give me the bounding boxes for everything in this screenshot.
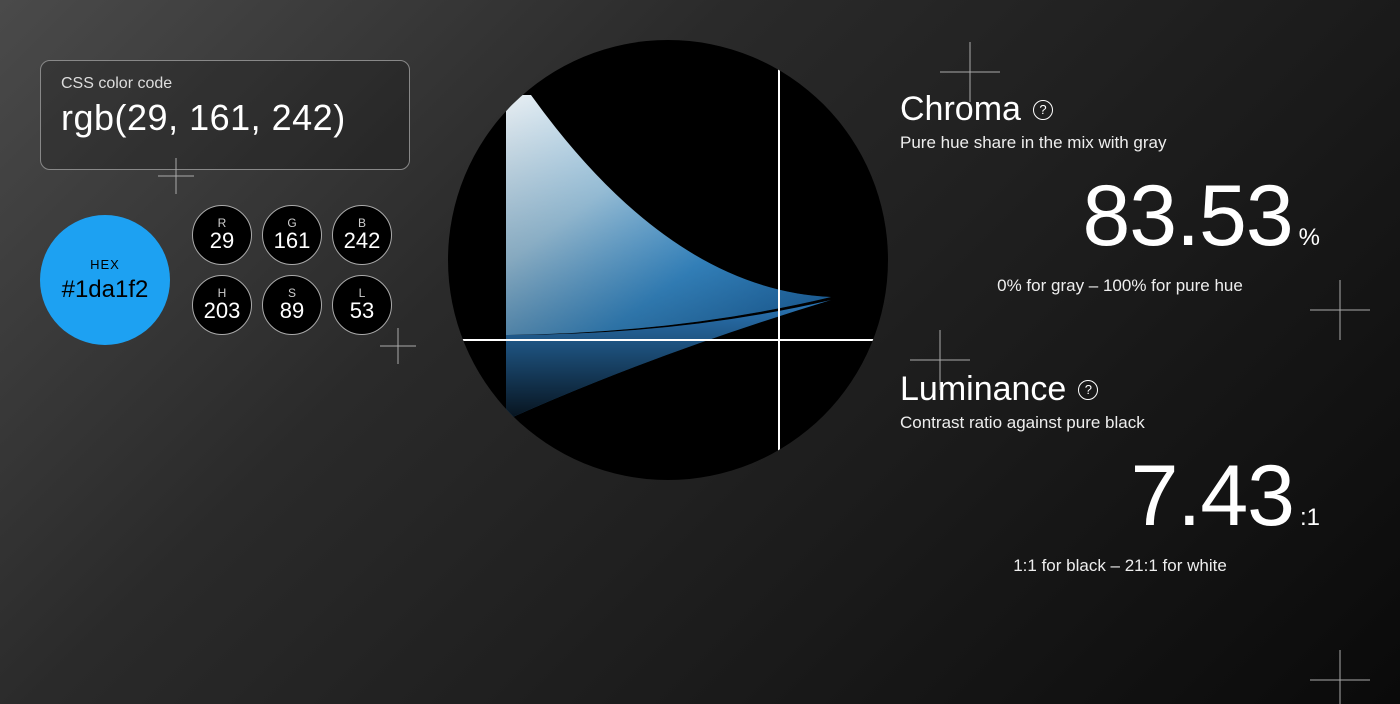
chip-h: H203: [192, 275, 252, 335]
luminance-panel: Luminance ? Contrast ratio against pure …: [900, 370, 1340, 576]
chip-l: L53: [332, 275, 392, 335]
chroma-caption: 0% for gray – 100% for pure hue: [900, 276, 1340, 296]
css-code-box[interactable]: CSS color code rgb(29, 161, 242): [40, 60, 410, 170]
chip-g: G161: [262, 205, 322, 265]
chip-b: B242: [332, 205, 392, 265]
chroma-subtitle: Pure hue share in the mix with gray: [900, 133, 1340, 153]
crosshair-icon: [1310, 650, 1370, 704]
chip-r: R29: [192, 205, 252, 265]
hex-label: HEX: [90, 257, 120, 272]
chroma-value: 83.53%: [900, 167, 1320, 266]
luminance-title: Luminance ?: [900, 370, 1340, 409]
crosshair-horizontal-line: [448, 339, 888, 341]
css-code-label: CSS color code: [61, 75, 389, 93]
luminance-value: 7.43:1: [900, 447, 1320, 546]
chroma-panel: Chroma ? Pure hue share in the mix with …: [900, 90, 1340, 296]
hex-swatch[interactable]: HEX #1da1f2: [40, 215, 170, 345]
luminance-caption: 1:1 for black – 21:1 for white: [900, 556, 1340, 576]
color-chip-grid: R29 G161 B242 H203 S89 L53: [192, 205, 392, 335]
crosshair-vertical-line: [778, 40, 780, 480]
chip-s: S89: [262, 275, 322, 335]
luminance-subtitle: Contrast ratio against pure black: [900, 413, 1340, 433]
help-icon[interactable]: ?: [1033, 100, 1053, 120]
color-space-visualization[interactable]: [448, 40, 888, 480]
chroma-title: Chroma ?: [900, 90, 1340, 129]
chroma-luminance-shape-icon: [501, 95, 836, 420]
hex-value: #1da1f2: [62, 276, 149, 304]
css-code-value: rgb(29, 161, 242): [61, 97, 389, 139]
help-icon[interactable]: ?: [1078, 380, 1098, 400]
